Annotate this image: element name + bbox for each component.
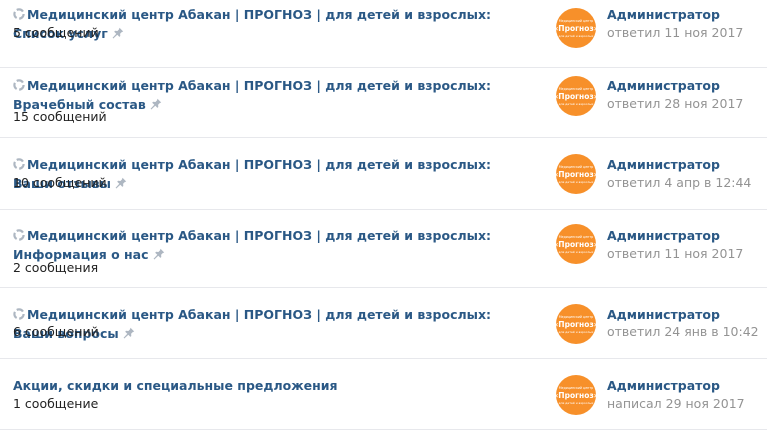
- row-divider: [0, 137, 767, 138]
- avatar[interactable]: Медицинский центр «Прогноз» для детей и …: [556, 8, 596, 48]
- poll-icon: [13, 79, 25, 91]
- svg-text:«Прогноз»: «Прогноз»: [556, 240, 596, 249]
- svg-text:«Прогноз»: «Прогноз»: [556, 92, 596, 101]
- svg-text:Медицинский центр: Медицинский центр: [559, 165, 593, 169]
- poll-icon: [13, 308, 25, 320]
- topic-title[interactable]: Медицинский центр Абакан | ПРОГНОЗ | для…: [13, 226, 533, 264]
- svg-text:для детей и взрослых: для детей и взрослых: [559, 180, 594, 184]
- topic-date[interactable]: ответил 4 апр в 12:44: [607, 175, 751, 191]
- avatar[interactable]: Медицинский центр «Прогноз» для детей и …: [556, 224, 596, 264]
- topic-row[interactable]: Медицинский центр Абакан | ПРОГНОЗ | для…: [0, 224, 779, 288]
- row-divider: [0, 287, 767, 288]
- topic-row[interactable]: Медицинский центр Абакан | ПРОГНОЗ | для…: [0, 76, 779, 138]
- svg-text:для детей и взрослых: для детей и взрослых: [559, 401, 594, 405]
- topic-message-count: 15 сообщений: [13, 109, 107, 124]
- avatar[interactable]: Медицинский центр «Прогноз» для детей и …: [556, 76, 596, 116]
- topic-row[interactable]: Медицинский центр Абакан | ПРОГНОЗ | для…: [0, 154, 779, 210]
- topic-author[interactable]: Администратор: [607, 228, 720, 244]
- topic-title-text[interactable]: Медицинский центр Абакан | ПРОГНОЗ | для…: [13, 78, 491, 112]
- topic-message-count: 1 сообщение: [13, 396, 99, 411]
- topic-message-count: 10 сообщений: [13, 175, 107, 190]
- row-divider: [0, 358, 767, 359]
- pin-icon: [115, 177, 127, 189]
- avatar-logo: Медицинский центр «Прогноз» для детей и …: [556, 386, 596, 405]
- pin-icon: [153, 248, 164, 260]
- avatar[interactable]: Медицинский центр «Прогноз» для детей и …: [556, 154, 596, 194]
- row-divider: [0, 429, 767, 430]
- topic-message-count: 2 сообщения: [13, 260, 99, 275]
- svg-text:«Прогноз»: «Прогноз»: [556, 170, 596, 179]
- svg-text:«Прогноз»: «Прогноз»: [556, 320, 596, 329]
- pin-icon: [112, 27, 123, 39]
- topic-author[interactable]: Администратор: [607, 7, 720, 23]
- topic-date[interactable]: ответил 11 ноя 2017: [607, 25, 743, 41]
- topic-row[interactable]: Медицинский центр Абакан | ПРОГНОЗ | для…: [0, 304, 779, 359]
- avatar-logo: Медицинский центр «Прогноз» для детей и …: [556, 165, 596, 184]
- row-divider: [0, 209, 767, 210]
- topic-title[interactable]: Акции, скидки и специальные предложения: [13, 376, 533, 395]
- row-divider: [0, 67, 767, 68]
- svg-text:для детей и взрослых: для детей и взрослых: [559, 34, 594, 38]
- avatar-logo: Медицинский центр «Прогноз» для детей и …: [556, 235, 596, 254]
- topic-date[interactable]: ответил 28 ноя 2017: [607, 96, 743, 112]
- topic-title-text[interactable]: Акции, скидки и специальные предложения: [13, 378, 338, 393]
- topic-date[interactable]: ответил 11 ноя 2017: [607, 246, 743, 262]
- topic-message-count: 5 сообщений: [13, 25, 99, 40]
- poll-icon: [13, 8, 25, 20]
- topic-message-count: 6 сообщений: [13, 324, 99, 339]
- svg-text:для детей и взрослых: для детей и взрослых: [559, 250, 594, 254]
- poll-icon: [13, 158, 25, 170]
- topic-author[interactable]: Администратор: [607, 378, 720, 394]
- svg-text:Медицинский центр: Медицинский центр: [559, 235, 593, 239]
- pin-icon: [123, 327, 134, 339]
- svg-text:для детей и взрослых: для детей и взрослых: [559, 330, 594, 334]
- topic-author[interactable]: Администратор: [607, 157, 720, 173]
- avatar-logo: Медицинский центр «Прогноз» для детей и …: [556, 87, 596, 106]
- topic-row[interactable]: Акции, скидки и специальные предложения …: [0, 375, 779, 430]
- avatar-logo: Медицинский центр «Прогноз» для детей и …: [556, 19, 596, 38]
- svg-text:Медицинский центр: Медицинский центр: [559, 386, 593, 390]
- avatar[interactable]: Медицинский центр «Прогноз» для детей и …: [556, 304, 596, 344]
- svg-text:Медицинский центр: Медицинский центр: [559, 315, 593, 319]
- pin-icon: [150, 98, 161, 110]
- poll-icon: [13, 229, 25, 241]
- svg-text:Медицинский центр: Медицинский центр: [559, 19, 593, 23]
- topic-list: Медицинский центр Абакан | ПРОГНОЗ | для…: [0, 0, 779, 433]
- topic-title-text[interactable]: Медицинский центр Абакан | ПРОГНОЗ | для…: [13, 228, 491, 262]
- topic-author[interactable]: Администратор: [607, 307, 720, 323]
- topic-row[interactable]: Медицинский центр Абакан | ПРОГНОЗ | для…: [0, 5, 779, 68]
- topic-date[interactable]: написал 29 ноя 2017: [607, 396, 745, 412]
- svg-text:«Прогноз»: «Прогноз»: [556, 24, 596, 33]
- avatar-logo: Медицинский центр «Прогноз» для детей и …: [556, 315, 596, 334]
- svg-text:для детей и взрослых: для детей и взрослых: [559, 102, 594, 106]
- avatar[interactable]: Медицинский центр «Прогноз» для детей и …: [556, 375, 596, 415]
- topic-date[interactable]: ответил 24 янв в 10:42: [607, 324, 759, 340]
- topic-author[interactable]: Администратор: [607, 78, 720, 94]
- svg-text:«Прогноз»: «Прогноз»: [556, 391, 596, 400]
- svg-text:Медицинский центр: Медицинский центр: [559, 87, 593, 91]
